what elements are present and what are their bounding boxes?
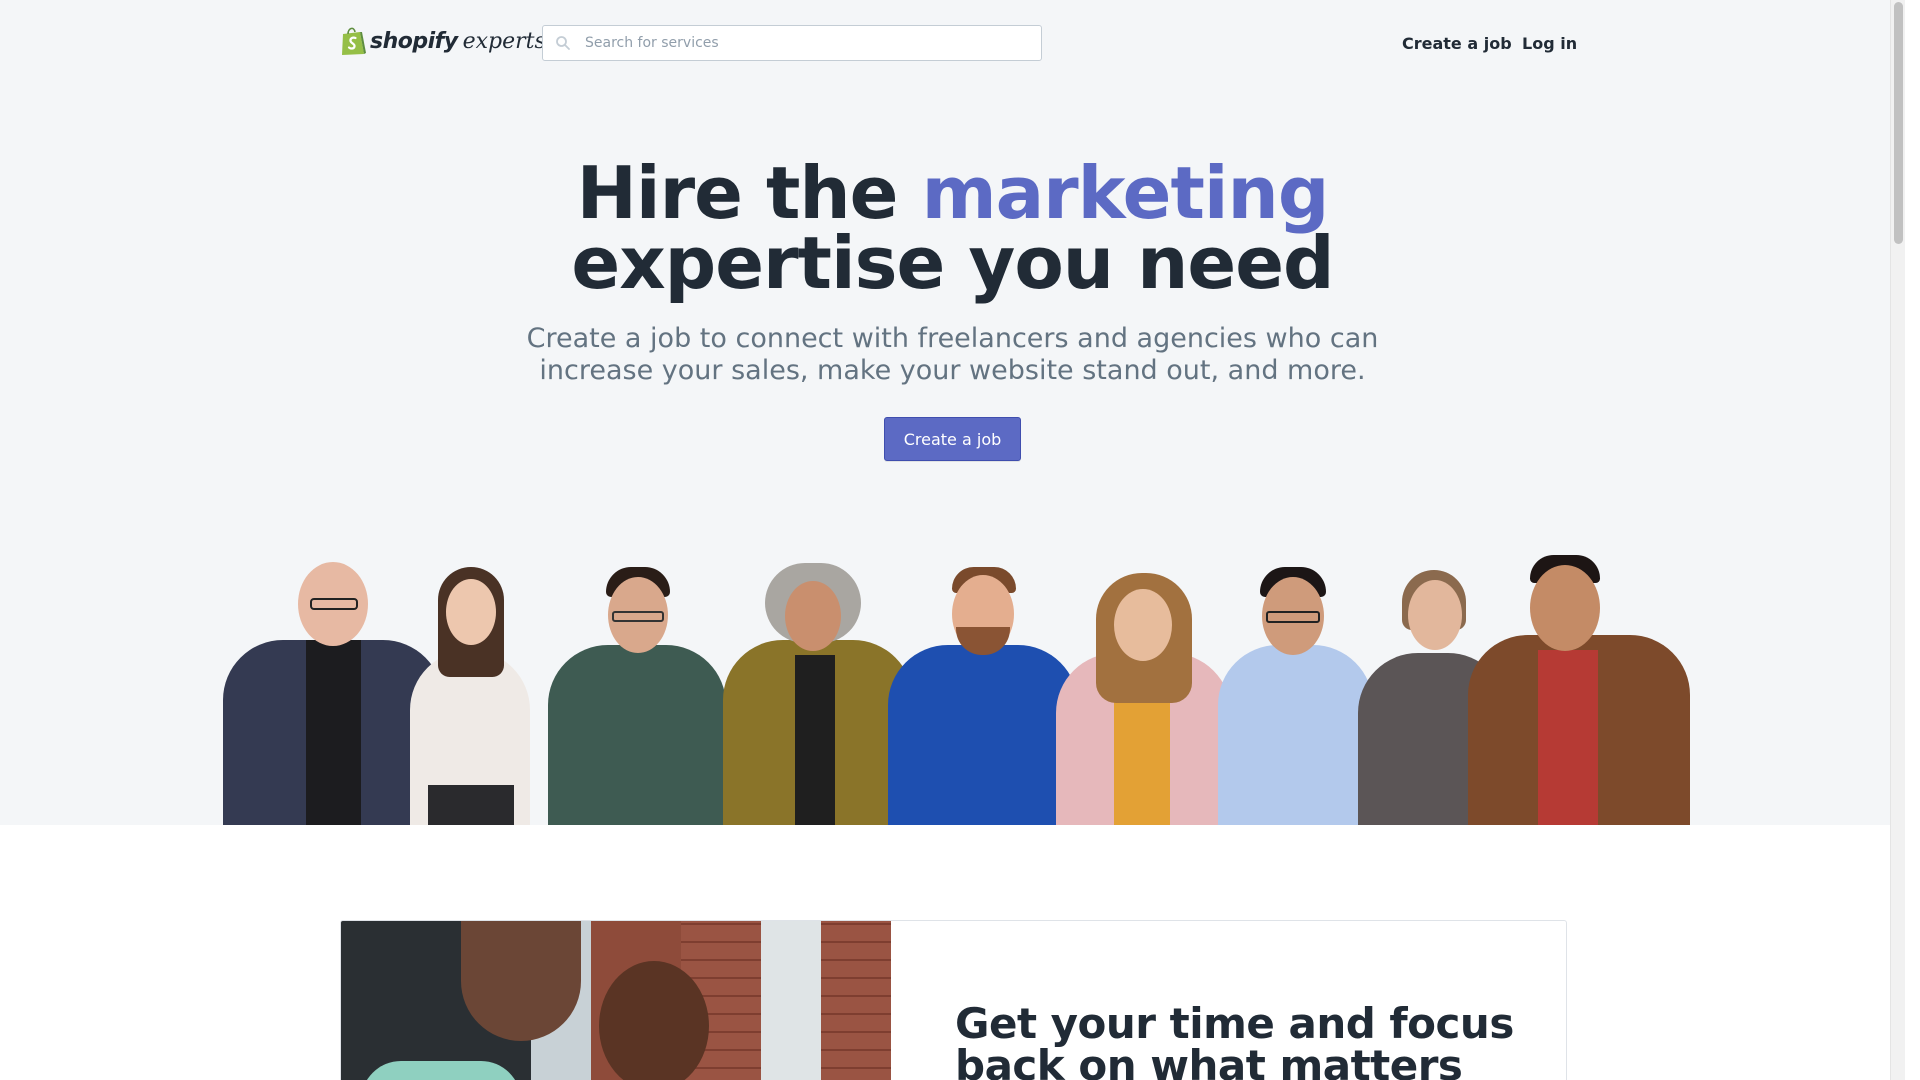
hero-title: Hire the marketing expertise you need: [0, 157, 1905, 299]
expert-photo-7: [1218, 567, 1378, 825]
shopify-bag-icon: [342, 27, 366, 55]
hero-subtitle-line1: Create a job to connect with freelancers…: [526, 323, 1379, 354]
search-input[interactable]: [585, 35, 1025, 51]
hero-section: shopify experts Create a job Log in Hire…: [0, 0, 1905, 825]
logo-brand: shopify: [370, 28, 458, 54]
hero-title-line2: expertise you need: [571, 221, 1334, 305]
logo-suffix: experts: [462, 28, 546, 54]
create-job-button[interactable]: Create a job: [884, 417, 1021, 461]
scrollbar-thumb[interactable]: [1894, 2, 1903, 244]
vertical-scrollbar[interactable]: [1890, 0, 1905, 1080]
nav-create-job-link[interactable]: Create a job: [1402, 34, 1512, 53]
expert-photo-5: [888, 567, 1078, 825]
shopify-experts-logo[interactable]: shopify experts: [340, 26, 546, 56]
expert-photo-9: [1468, 555, 1690, 825]
search-box[interactable]: [542, 25, 1042, 61]
page: shopify experts Create a job Log in Hire…: [0, 0, 1905, 1080]
expert-photo-6: [1056, 573, 1236, 825]
nav-log-in-link[interactable]: Log in: [1522, 34, 1577, 53]
hero-subtitle-line2: increase your sales, make your website s…: [539, 355, 1366, 386]
experts-group-photo: [218, 550, 1690, 825]
search-icon: [556, 36, 570, 50]
expert-photo-3: [548, 567, 728, 825]
feature-card: Get your time and focus back on what mat…: [340, 920, 1567, 1080]
feature-photo: [341, 921, 891, 1080]
feature-title-line2: back on what matters: [955, 1041, 1463, 1080]
hero-subtitle: Create a job to connect with freelancers…: [0, 323, 1905, 387]
feature-title: Get your time and focus back on what mat…: [955, 1003, 1515, 1080]
expert-photo-2: [388, 567, 558, 825]
